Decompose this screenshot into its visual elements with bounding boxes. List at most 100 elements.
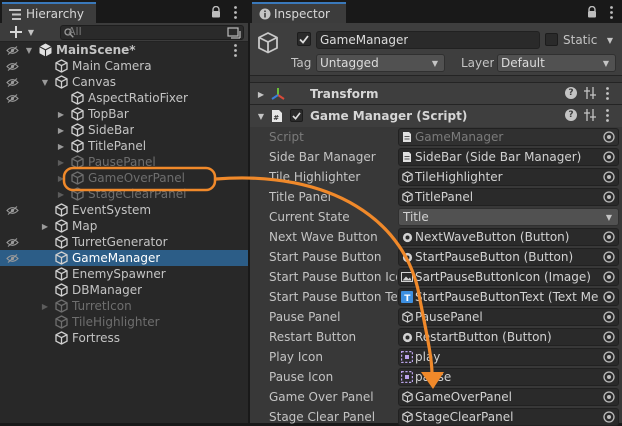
- hierarchy-search-field[interactable]: All: [60, 25, 244, 40]
- hierarchy-item-selected[interactable]: GameManager: [0, 250, 248, 266]
- hierarchy-item[interactable]: ▶ SideBar: [0, 122, 248, 138]
- object-reference-field[interactable]: SideBar (Side Bar Manager): [398, 148, 619, 166]
- kebab-menu-icon[interactable]: [606, 4, 616, 20]
- object-picker-icon[interactable]: [603, 311, 615, 323]
- hierarchy-item[interactable]: ▶ Map: [0, 218, 248, 234]
- visibility-hidden-icon[interactable]: [5, 202, 19, 218]
- property-label: Tile Highlighter: [269, 170, 361, 184]
- hierarchy-item[interactable]: DBManager: [0, 282, 248, 298]
- hierarchy-item[interactable]: ▼ MainScene*: [0, 42, 248, 58]
- object-picker-icon[interactable]: [603, 231, 615, 243]
- create-plus-icon[interactable]: [8, 24, 24, 40]
- lock-icon[interactable]: [210, 5, 222, 19]
- visibility-hidden-icon[interactable]: [5, 74, 19, 90]
- hierarchy-item[interactable]: ▶ GameOverPanel: [0, 170, 248, 186]
- object-picker-icon[interactable]: [603, 191, 615, 203]
- visibility-hidden-icon[interactable]: [5, 234, 19, 250]
- object-reference-field[interactable]: GameOverPanel: [398, 388, 619, 406]
- object-reference-field[interactable]: play: [398, 348, 619, 366]
- foldout-arrow-collapsed-icon[interactable]: ▶: [256, 86, 266, 102]
- object-reference-field[interactable]: T StartPauseButtonText (Text Mesh: [398, 288, 619, 306]
- script-component-header[interactable]: ▼ # Game Manager (Script) ?: [250, 104, 622, 127]
- hierarchy-item[interactable]: Main Camera: [0, 58, 248, 74]
- foldout-arrow-collapsed-icon[interactable]: ▶: [40, 298, 50, 314]
- hierarchy-tab[interactable]: Hierarchy: [2, 2, 96, 23]
- visibility-hidden-icon[interactable]: [5, 250, 19, 266]
- hierarchy-item[interactable]: ▶ TitlePanel: [0, 138, 248, 154]
- layer-dropdown[interactable]: Default ▼: [497, 54, 616, 72]
- object-picker-icon[interactable]: [603, 391, 615, 403]
- object-reference-field[interactable]: NextWaveButton (Button): [398, 228, 619, 246]
- property-label: Game Over Panel: [269, 390, 374, 404]
- object-picker-icon[interactable]: [603, 171, 615, 183]
- chevron-down-icon[interactable]: ▼: [603, 211, 615, 223]
- foldout-arrow-collapsed-icon[interactable]: ▶: [56, 138, 66, 154]
- transform-component-header[interactable]: ▶ Transform ?: [250, 82, 622, 105]
- active-checkbox[interactable]: [297, 32, 311, 46]
- object-reference-field[interactable]: pause: [398, 368, 619, 386]
- property-label: Play Icon: [269, 350, 323, 364]
- gameobject-cube-icon: [70, 107, 84, 121]
- hierarchy-item[interactable]: AspectRatioFixer: [0, 90, 248, 106]
- hierarchy-item[interactable]: Fortress: [0, 330, 248, 346]
- preset-sliders-icon[interactable]: [584, 108, 596, 122]
- foldout-arrow-collapsed-icon[interactable]: ▶: [56, 154, 66, 170]
- foldout-arrow-collapsed-icon[interactable]: ▶: [56, 186, 66, 202]
- object-reference-field[interactable]: StageClearPanel: [398, 408, 619, 426]
- object-reference-field[interactable]: SartPauseButtonIcon (Image): [398, 268, 619, 286]
- object-picker-icon[interactable]: [603, 131, 615, 143]
- property-label: Start Pause Button Text: [269, 290, 397, 304]
- help-icon[interactable]: ?: [565, 109, 577, 121]
- foldout-arrow-collapsed-icon[interactable]: ▶: [56, 122, 66, 138]
- kebab-menu-icon[interactable]: [603, 86, 611, 100]
- object-reference-field[interactable]: TitlePanel: [398, 188, 619, 206]
- help-icon[interactable]: ?: [565, 87, 577, 99]
- foldout-arrow-expanded-icon[interactable]: ▼: [24, 42, 34, 58]
- preset-sliders-icon[interactable]: [584, 86, 596, 100]
- kebab-menu-icon[interactable]: [230, 4, 240, 20]
- object-picker-icon[interactable]: [603, 271, 615, 283]
- inspector-tab[interactable]: Inspector: [252, 2, 346, 23]
- hierarchy-item[interactable]: TurretGenerator: [0, 234, 248, 250]
- scene-visibility-toggle-icon[interactable]: [226, 25, 242, 40]
- hierarchy-item[interactable]: EnemySpawner: [0, 266, 248, 282]
- static-dropdown-arrow-icon[interactable]: ▼: [604, 32, 616, 48]
- create-dropdown-arrow-icon[interactable]: ▼: [26, 26, 36, 38]
- object-reference-field[interactable]: TileHighlighter: [398, 168, 619, 186]
- object-picker-icon[interactable]: [603, 351, 615, 363]
- hierarchy-item[interactable]: EventSystem: [0, 202, 248, 218]
- object-reference-field[interactable]: StartPauseButton (Button): [398, 248, 619, 266]
- object-picker-icon[interactable]: [603, 251, 615, 263]
- hierarchy-item[interactable]: ▶ StageClearPanel: [0, 186, 248, 202]
- component-enabled-checkbox[interactable]: [290, 109, 303, 122]
- hierarchy-item[interactable]: ▶ PausePanel: [0, 154, 248, 170]
- lock-icon[interactable]: [586, 5, 598, 19]
- foldout-arrow-expanded-icon[interactable]: ▼: [256, 108, 266, 124]
- hierarchy-item[interactable]: ▼ Canvas: [0, 74, 248, 90]
- foldout-arrow-expanded-icon[interactable]: ▼: [40, 74, 50, 90]
- object-picker-icon[interactable]: [603, 291, 615, 303]
- object-picker-icon[interactable]: [603, 411, 615, 423]
- object-picker-icon[interactable]: [603, 151, 615, 163]
- foldout-arrow-collapsed-icon[interactable]: ▶: [56, 170, 66, 186]
- gameobject-cube-icon: [54, 219, 68, 233]
- static-checkbox[interactable]: [545, 33, 558, 46]
- object-reference-field[interactable]: RestartButton (Button): [398, 328, 619, 346]
- current-state-dropdown[interactable]: Title ▼: [398, 208, 619, 226]
- foldout-arrow-collapsed-icon[interactable]: ▶: [56, 106, 66, 122]
- visibility-hidden-icon[interactable]: [5, 42, 19, 58]
- hierarchy-item[interactable]: ▶ TopBar: [0, 106, 248, 122]
- kebab-menu-icon[interactable]: [603, 108, 611, 122]
- hierarchy-item[interactable]: ▶ TurretIcon: [0, 298, 248, 314]
- tag-dropdown[interactable]: Untagged ▼: [316, 54, 445, 72]
- object-name-field[interactable]: GameManager: [316, 31, 540, 49]
- hierarchy-item[interactable]: TileHighlighter: [0, 314, 248, 330]
- visibility-hidden-icon[interactable]: [5, 90, 19, 106]
- visibility-hidden-icon[interactable]: [5, 58, 19, 74]
- object-reference-field[interactable]: PausePanel: [398, 308, 619, 326]
- foldout-arrow-collapsed-icon[interactable]: ▶: [40, 218, 50, 234]
- hierarchy-item-label: Canvas: [72, 75, 117, 89]
- object-picker-icon[interactable]: [603, 331, 615, 343]
- kebab-menu-icon[interactable]: [230, 43, 240, 57]
- object-picker-icon[interactable]: [603, 371, 615, 383]
